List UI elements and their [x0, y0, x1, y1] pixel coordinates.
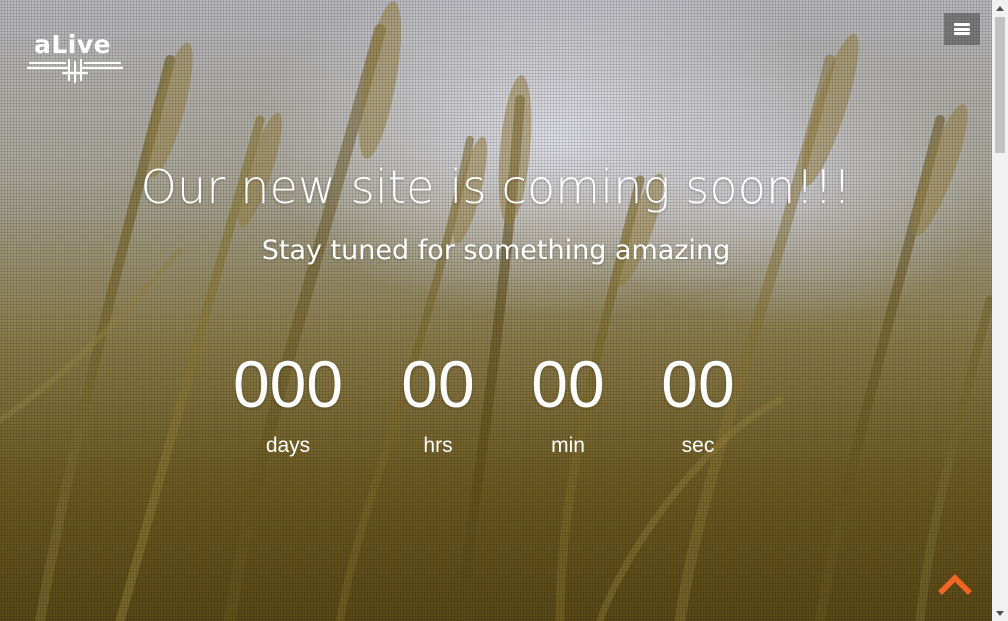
page-subtitle: Stay tuned for something amazing — [261, 235, 731, 266]
coming-soon-page: aLive Our new site is coming soon!!! Sta… — [0, 0, 1008, 621]
scrollbar-thumb[interactable] — [995, 17, 1005, 153]
countdown-hours-label: hrs — [423, 434, 453, 457]
scroll-to-top-button[interactable] — [938, 571, 972, 597]
countdown-seconds-value: 00 — [661, 347, 735, 421]
countdown-days: 000 days — [218, 344, 358, 460]
scroll-up-arrow-icon[interactable] — [992, 0, 1008, 16]
countdown-days-label: days — [265, 434, 311, 457]
vertical-scrollbar[interactable] — [992, 0, 1008, 621]
chevron-up-icon — [938, 574, 972, 595]
countdown-minutes-value: 00 — [531, 347, 605, 421]
countdown-hours-value: 00 — [401, 347, 475, 421]
page-title: Our new site is coming soon!!! — [140, 160, 852, 214]
countdown-days-value: 000 — [232, 347, 344, 421]
menu-button[interactable] — [944, 13, 980, 45]
scroll-down-arrow-icon[interactable] — [992, 605, 1008, 621]
countdown-seconds: 00 sec — [648, 344, 748, 460]
countdown-timer: 000 days 00 hrs 00 min 00 sec — [0, 344, 992, 474]
hamburger-icon — [954, 23, 970, 35]
countdown-hours: 00 hrs — [388, 344, 488, 460]
countdown-minutes-label: min — [551, 434, 585, 457]
logo-mark-icon — [27, 58, 123, 84]
wheat-background — [0, 1, 995, 621]
brand-logo[interactable]: aLive — [27, 30, 123, 84]
logo-text: aLive — [34, 30, 112, 59]
countdown-seconds-label: sec — [681, 434, 715, 457]
countdown-minutes: 00 min — [518, 344, 618, 460]
